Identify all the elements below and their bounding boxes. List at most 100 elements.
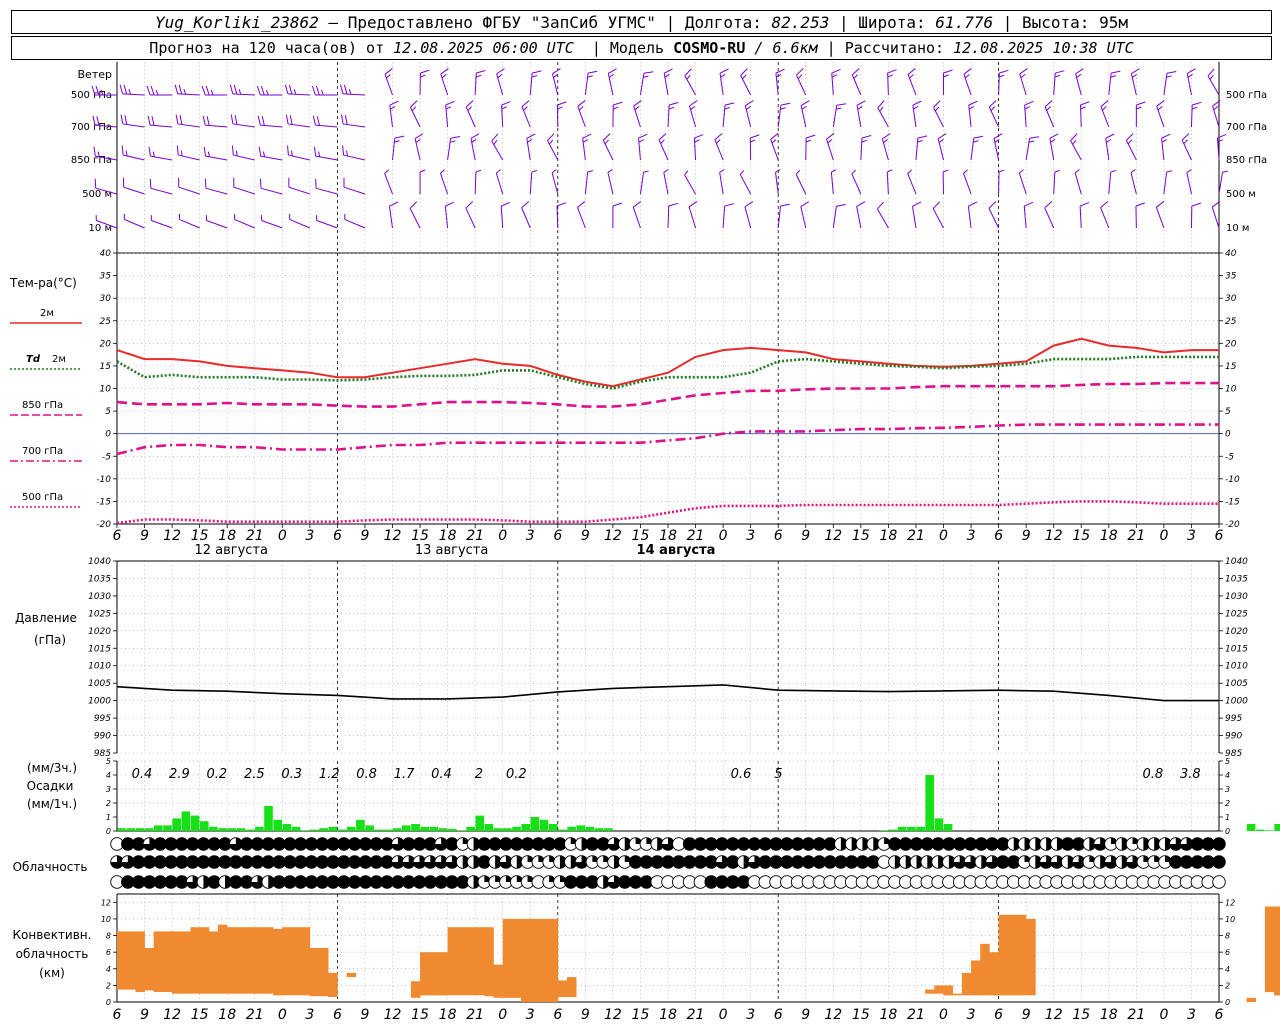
wind-barb <box>551 68 561 96</box>
wind-barb <box>998 69 1009 96</box>
wind-barb-shaft <box>260 124 283 128</box>
wind-barb-half-feather <box>883 139 889 144</box>
wind-barb-feather <box>613 101 623 106</box>
wind-barb-shaft <box>714 139 724 161</box>
precip-bar <box>411 824 420 831</box>
temp-x-tick-label: 3 <box>967 528 976 544</box>
wind-barb <box>607 68 617 96</box>
wind-barb <box>147 115 173 128</box>
wind-barb-feather <box>1019 68 1028 75</box>
wind-barb-half-feather <box>551 169 557 174</box>
wind-barb-half-feather <box>668 106 675 110</box>
wind-barb-half-feather <box>1110 75 1116 78</box>
wind-barb-half-feather <box>801 105 807 110</box>
precip-bar <box>934 818 944 831</box>
wind-barb <box>907 169 917 195</box>
wind-barb-shaft <box>689 105 697 128</box>
wind-barb <box>440 68 449 96</box>
wind-barb-half-feather <box>1127 139 1133 145</box>
wind-barb-feather <box>993 133 1003 139</box>
precip-bar <box>356 819 365 831</box>
pressure-tick-label-left: 1020 <box>88 627 111 637</box>
temp-x-tick-label: 6 <box>1215 528 1224 544</box>
convective-bar <box>989 952 999 996</box>
wind-barb-half-feather <box>1217 139 1223 143</box>
precip-bar <box>548 824 558 831</box>
wind-barb-feather <box>775 68 785 74</box>
wind-barb-half-feather <box>419 169 426 173</box>
wind-barb-feather <box>770 133 779 140</box>
wind-barb <box>805 134 816 161</box>
pressure-tick-label-right: 1010 <box>1225 662 1248 672</box>
wind-title: Ветер <box>78 68 112 81</box>
wind-barb-feather <box>206 116 210 126</box>
wind-barb-feather <box>1181 133 1190 141</box>
wind-barb-shaft <box>577 106 586 128</box>
wind-barb-shaft <box>915 138 919 161</box>
wind-barb-feather <box>465 100 474 108</box>
pressure-tick-label-right: 1030 <box>1225 592 1248 602</box>
pressure-tick-label-left: 1015 <box>88 644 111 654</box>
wind-barb-feather <box>233 84 238 95</box>
wind-barb-half-feather <box>1046 106 1051 111</box>
wind-barb-feather <box>312 115 316 126</box>
temp-x-tick-label: 18 <box>659 528 677 544</box>
pressure-tick-label-right: 1020 <box>1225 627 1248 637</box>
wind-barb-feather <box>856 100 866 106</box>
wind-barb-feather <box>877 100 885 109</box>
convective-bar <box>181 931 191 994</box>
wind-barb-feather <box>1080 101 1090 106</box>
wind-barb-shaft <box>122 123 145 128</box>
convective-x-tick-label: 3 <box>746 1007 755 1023</box>
convective-bar <box>539 918 549 1002</box>
wind-barb-half-feather <box>1028 140 1035 143</box>
temp-x-tick-label: 3 <box>746 528 755 544</box>
wind-barb-shaft <box>1130 172 1137 195</box>
wind-barb-feather <box>826 133 835 140</box>
precip-3h-sum: 0.8 <box>1143 767 1164 782</box>
wind-barb <box>1186 169 1192 195</box>
wind-barb-half-feather <box>879 106 884 112</box>
wind-barb-half-feather <box>495 169 501 174</box>
convective-x-tick-label: 12 <box>384 1007 402 1023</box>
cloud-circle <box>1212 875 1226 889</box>
wind-barb-shaft <box>970 138 975 161</box>
wind-barb-feather <box>836 103 847 106</box>
wind-barb <box>856 100 866 128</box>
convective-bar <box>254 927 265 994</box>
precip-3h-sum: 0.2 <box>206 767 227 782</box>
temp-tick-label-right: -10 <box>1225 475 1240 485</box>
wind-barb-shaft <box>856 206 862 229</box>
wind-barb-shaft <box>529 73 533 96</box>
wind-barb-feather <box>669 102 679 106</box>
wind-barb-half-feather <box>152 151 155 157</box>
wind-barb <box>146 85 173 96</box>
wind-barb <box>1135 101 1146 127</box>
wind-barb-half-feather <box>125 150 128 157</box>
precip-tick-label-right: 1 <box>1225 813 1230 822</box>
wind-barb-feather <box>119 84 124 94</box>
wind-barb-half-feather <box>471 138 477 143</box>
wind-level-label-right: 10 м <box>1226 223 1249 234</box>
convective-bar <box>282 927 292 996</box>
wind-barb <box>877 100 889 128</box>
precip-bar <box>227 828 237 831</box>
wind-barb-shaft <box>1207 75 1220 96</box>
temperature-panel: -20 -20 -15 -15 -10 -10 -5 -5 0 0 5 5 10 10 15 15 20 20 25… <box>96 249 1240 558</box>
wind-barb-shaft <box>1211 206 1220 229</box>
convective-x-tick-label: 15 <box>411 1007 429 1023</box>
wind-barb-feather <box>689 100 698 107</box>
convective-x-tick-label: 0 <box>1159 1007 1168 1023</box>
pressure-tick-label-left: 1040 <box>88 557 111 567</box>
temp-x-tick-label: 18 <box>1100 528 1118 544</box>
wind-barb <box>526 133 536 161</box>
precip-bar <box>144 828 154 831</box>
wind-barb <box>860 135 872 161</box>
convective-cloud-panel: 0 0 2 2 4 4 6 6 8 8 10 10 12 12 6 9 12 15 18 21 0 3 6 9 12 15 18 21… <box>101 893 1280 1023</box>
wind-barb-half-feather <box>746 105 751 110</box>
wind-barb-feather <box>178 84 183 95</box>
wind-barb-shaft <box>907 173 917 195</box>
wind-barb <box>392 135 405 161</box>
precip-bar <box>392 828 402 831</box>
wind-barb-half-feather <box>776 74 782 78</box>
